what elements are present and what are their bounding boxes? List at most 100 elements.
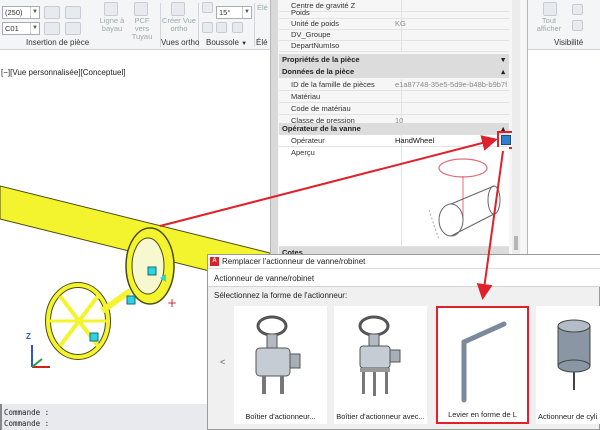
scroll-left-button[interactable]: < xyxy=(220,357,225,367)
grip-handle[interactable] xyxy=(147,266,157,276)
property-row-operateur[interactable]: Opérateur HandWheel xyxy=(279,135,509,147)
compass-angle-icon[interactable] xyxy=(232,22,243,33)
palette-scrollbar[interactable] xyxy=(512,0,520,262)
vues-ortho-panel-label[interactable]: Vues ortho xyxy=(161,38,199,47)
chevron-down-icon: ▼ xyxy=(241,41,248,47)
property-key: Poids xyxy=(291,8,310,17)
property-row[interactable]: DV_Groupe xyxy=(279,29,509,41)
property-key: Code de matériau xyxy=(291,104,351,113)
insert-valve-icon[interactable] xyxy=(65,6,81,19)
ucs-axis-icon xyxy=(31,345,50,368)
elevation-partial-label: Élé xyxy=(257,3,268,12)
property-key: Aperçu xyxy=(291,148,315,157)
palette-title-bar[interactable] xyxy=(271,0,278,262)
section-label: Données de la pièce xyxy=(282,67,355,76)
property-row[interactable]: Code de matériau xyxy=(279,103,509,115)
compass-snap-icon[interactable] xyxy=(202,22,213,33)
ribbon-right-panel: Tout afficher Visibilité xyxy=(528,0,600,262)
properties-palette: Centre de gravité Z Poids Unité de poids… xyxy=(270,0,528,262)
property-row[interactable]: Unité de poids KG xyxy=(279,18,509,30)
ortho-view-icon xyxy=(171,2,185,16)
tout-afficher-button[interactable]: Tout afficher xyxy=(534,17,564,33)
pcf-vers-tuyau-button[interactable]: PCF vers Tuyau xyxy=(127,17,157,41)
chevron-down-icon: ▼ xyxy=(30,7,39,18)
cross-marker-icon: + xyxy=(167,296,177,310)
property-key: Matériau xyxy=(291,92,321,101)
actuator-tile[interactable]: Boîtier d'actionneur... xyxy=(234,306,327,424)
command-line[interactable]: Commande : Commande : xyxy=(0,404,207,430)
view-label[interactable]: [−][Vue personnalisée][Conceptuel] xyxy=(1,68,125,77)
angle-combo-value: 15° xyxy=(219,8,231,17)
actuator-tile[interactable]: Actionneur de cyli xyxy=(536,306,600,424)
style-combo-2[interactable]: C01 ▼ xyxy=(2,22,40,35)
gearbox-actuator-icon xyxy=(255,315,301,394)
edit-operator-icon[interactable] xyxy=(501,135,511,145)
property-key: Unité de poids xyxy=(291,19,339,28)
collapse-icon[interactable]: ▾ xyxy=(501,54,505,66)
style-combo-1-value: (250) xyxy=(5,8,23,17)
compass-grid-icon[interactable] xyxy=(216,22,227,33)
property-key: ID de la famille de pièces xyxy=(291,80,375,89)
tile-caption: Actionneur de cyli xyxy=(538,412,598,421)
property-key: DepartNumIso xyxy=(291,41,340,50)
tile-caption: Boîtier d'actionneur... xyxy=(245,412,316,421)
section-label: Opérateur de la vanne xyxy=(282,124,361,133)
valve-flange-inner xyxy=(131,237,165,295)
visibility-isolate-icon[interactable] xyxy=(572,20,583,31)
command-history-line: Commande : xyxy=(4,419,50,428)
style-combo-2-value: C01 xyxy=(5,24,19,33)
section-operateur-de-la-vanne[interactable]: Opérateur de la vanne ▴ xyxy=(279,123,509,135)
dialog-title: Remplacer l'actionneur de vanne/robinet xyxy=(222,257,366,266)
collapse-icon[interactable]: ▴ xyxy=(501,66,505,78)
tile-caption: Levier en forme de L xyxy=(448,410,517,419)
ligne-a-bayau-button[interactable]: Ligne à bayau xyxy=(96,17,128,33)
compass-toggle-icon[interactable] xyxy=(202,2,213,13)
operateur-value[interactable]: HandWheel xyxy=(395,135,507,146)
property-key: DV_Groupe xyxy=(291,30,331,39)
boussole-panel-label[interactable]: Boussole ▼ xyxy=(206,38,247,47)
hose-line-icon xyxy=(104,2,118,16)
replace-actuator-dialog: A Remplacer l'actionneur de vanne/robine… xyxy=(207,254,600,430)
grip-handle[interactable] xyxy=(126,295,136,305)
pcf-icon xyxy=(134,2,148,16)
actuator-preview xyxy=(428,158,501,241)
boussole-label: Boussole xyxy=(206,38,239,47)
actuator-tile-selected[interactable]: Levier en forme de L xyxy=(436,306,529,424)
section-donnees-de-la-piece[interactable]: Données de la pièce ▴ xyxy=(279,66,509,78)
actuator-tile[interactable]: Boîtier d'actionneur avec... xyxy=(334,306,427,424)
grip-handle[interactable] xyxy=(89,332,99,342)
property-row[interactable]: Poids xyxy=(279,7,509,19)
gearbox-actuator-with-support-icon xyxy=(358,315,401,396)
command-line-grip[interactable] xyxy=(0,404,2,430)
insert-part-icon[interactable] xyxy=(44,6,60,19)
dialog-prompt: Sélectionnez la forme de l'actionneur: xyxy=(214,291,348,300)
style-combo-1[interactable]: (250) ▼ xyxy=(2,6,40,19)
chevron-down-icon: ▼ xyxy=(242,7,251,18)
section-proprietes-de-la-piece[interactable]: Propriétés de la pièce ▾ xyxy=(279,54,509,66)
visibilite-panel-label[interactable]: Visibilité xyxy=(554,38,583,47)
chevron-down-icon: ▼ xyxy=(30,23,39,34)
angle-combo[interactable]: 15° ▼ xyxy=(216,6,252,19)
insert-fitting-icon[interactable] xyxy=(44,22,60,35)
property-row[interactable]: Matériau xyxy=(279,91,509,103)
scrollbar-thumb[interactable] xyxy=(514,236,518,250)
elevation-panel-label[interactable]: Élé xyxy=(256,38,268,47)
app-logo-icon: A xyxy=(210,257,219,266)
tile-caption: Boîtier d'actionneur avec... xyxy=(336,412,425,421)
dialog-title-bar[interactable]: A Remplacer l'actionneur de vanne/robine… xyxy=(208,255,600,269)
ucs-z-axis-label: Z xyxy=(26,332,31,341)
insertion-de-piece-panel-label[interactable]: Insertion de pièce xyxy=(26,38,89,47)
section-label: Propriétés de la pièce xyxy=(282,55,360,64)
insert-flange-icon[interactable] xyxy=(65,22,81,35)
l-lever-icon xyxy=(461,321,507,403)
command-history-line: Commande : xyxy=(4,408,50,417)
property-row[interactable]: DepartNumIso xyxy=(279,40,509,52)
creer-vue-ortho-button[interactable]: Créer Vue ortho xyxy=(162,17,196,33)
property-row[interactable]: ID de la famille de pièces e1a87748-35e5-… xyxy=(279,79,509,91)
property-value[interactable]: KG xyxy=(395,18,507,29)
property-value[interactable]: e1a87748-35e5-5d9e-b48b-b9b7fe... xyxy=(395,79,507,90)
handwheel xyxy=(45,282,132,360)
show-all-icon xyxy=(543,2,557,16)
visibility-toggle-icon[interactable] xyxy=(572,4,583,15)
property-key: Opérateur xyxy=(291,136,325,145)
